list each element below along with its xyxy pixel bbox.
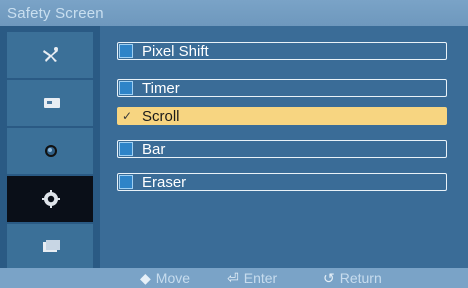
- menu-item-eraser[interactable]: Eraser: [117, 173, 447, 191]
- sound-speaker-icon: [45, 145, 57, 157]
- sidebar-item-input[interactable]: [7, 80, 93, 126]
- enter-label: Enter: [243, 270, 278, 286]
- item-marker: [119, 142, 133, 156]
- sidebar-item-multi-control[interactable]: [7, 224, 93, 270]
- monitor-input-icon: [44, 98, 60, 108]
- menu-item-label: Pixel Shift: [142, 43, 209, 60]
- sidebar-item-channel[interactable]: [7, 32, 93, 78]
- window-title: Safety Screen: [7, 5, 104, 22]
- title-bar: Safety Screen: [0, 0, 468, 26]
- return-hint: ↺ Return: [323, 270, 382, 286]
- gear-icon: [42, 190, 60, 208]
- move-label: Move: [155, 270, 191, 286]
- sidebar-item-setup[interactable]: [7, 176, 93, 222]
- enter-icon: ⏎: [227, 270, 239, 286]
- check-mark-icon: ✓: [122, 109, 133, 123]
- osd-window: Safety Screen Pixel Shift Timer ✓ Scroll…: [0, 0, 468, 288]
- return-icon: ↺: [323, 270, 335, 286]
- sidebar: [0, 26, 100, 270]
- satellite-dish-icon: [43, 47, 58, 62]
- item-marker: [119, 175, 133, 189]
- menu-item-label: Scroll: [142, 108, 180, 125]
- item-marker: [119, 81, 133, 95]
- menu-item-label: Timer: [142, 80, 180, 97]
- menu-item-pixel-shift[interactable]: Pixel Shift: [117, 42, 447, 60]
- sidebar-item-sound[interactable]: [7, 128, 93, 174]
- return-label: Return: [339, 270, 382, 286]
- menu-panel: Pixel Shift Timer ✓ Scroll Bar Eraser: [100, 26, 468, 268]
- menu-item-scroll[interactable]: ✓ Scroll: [117, 107, 447, 125]
- menu-item-timer[interactable]: Timer: [117, 79, 447, 97]
- move-hint: ◆ Move: [140, 270, 190, 286]
- enter-hint: ⏎ Enter: [227, 270, 277, 286]
- footer-hints: ◆ Move ⏎ Enter ↺ Return: [0, 268, 468, 288]
- menu-item-label: Eraser: [142, 174, 187, 191]
- menu-item-bar[interactable]: Bar: [117, 140, 447, 158]
- up-down-arrow-icon: ◆: [140, 270, 151, 286]
- multi-screen-icon: [43, 240, 60, 252]
- item-marker: [119, 44, 133, 58]
- menu-item-label: Bar: [142, 141, 166, 158]
